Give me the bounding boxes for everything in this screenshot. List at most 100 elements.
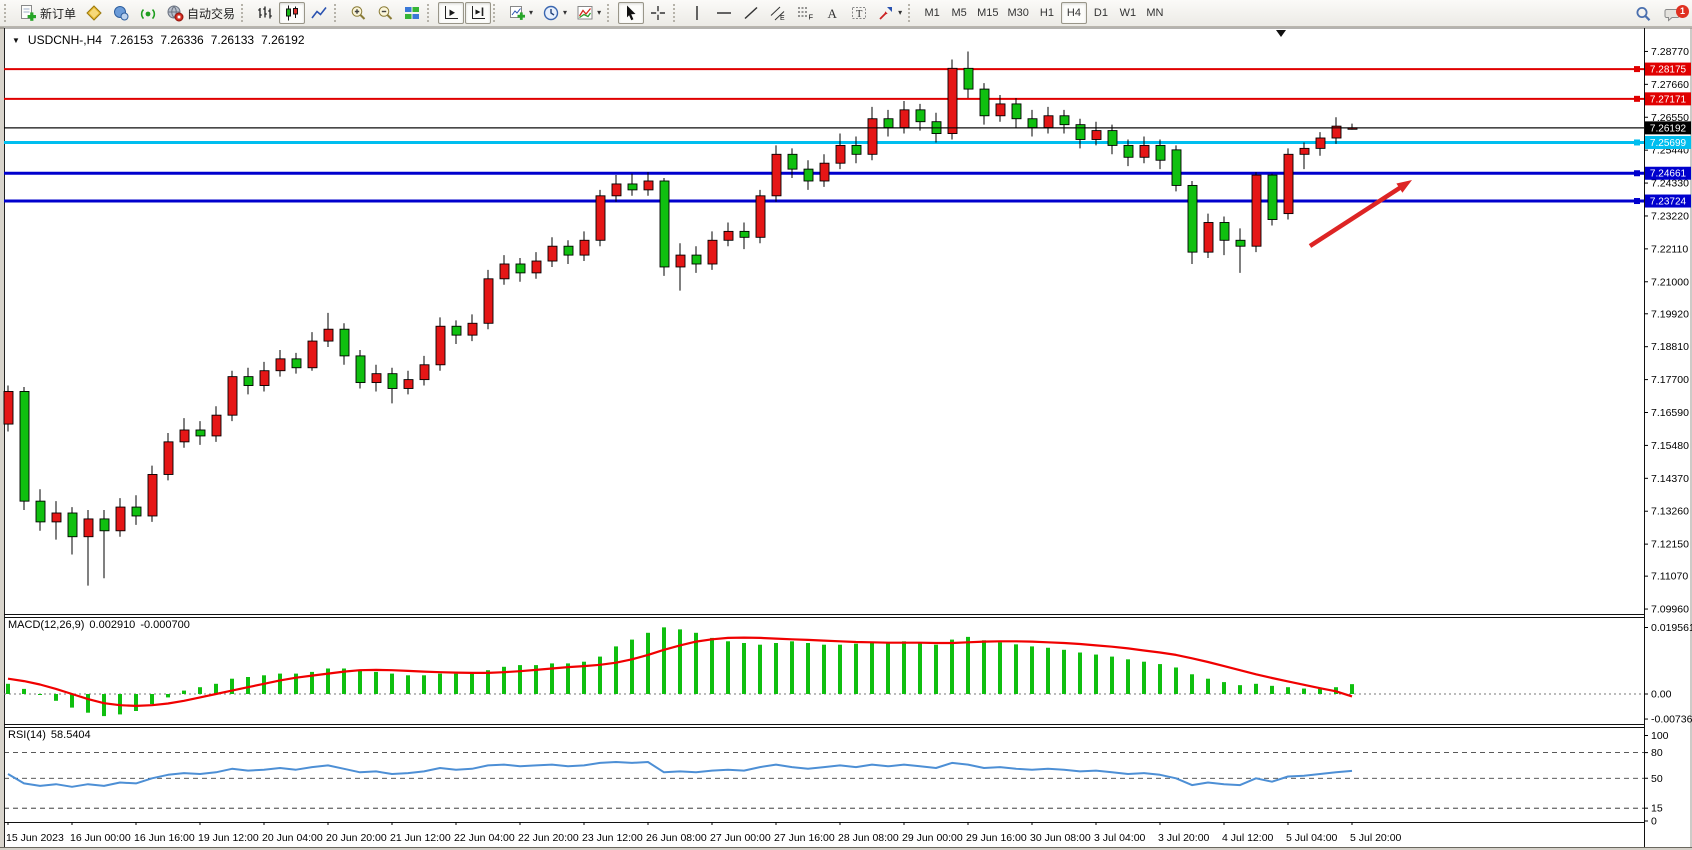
equidistant-channel-button[interactable]: E [765,2,791,24]
candle [180,430,189,442]
price-chart-canvas[interactable]: 7.287707.276607.265507.254407.243307.232… [0,27,1692,850]
price-tag-label: 7.25699 [1650,138,1687,149]
new-order-button[interactable]: 新订单 [15,2,80,24]
navigator-icon [112,4,130,22]
timeframe-button-m30[interactable]: M30 [1004,2,1033,24]
hline-handle[interactable] [1634,139,1640,145]
text-button[interactable]: A [819,2,845,24]
tile-windows-button[interactable] [399,2,425,24]
line-chart-button[interactable] [306,2,332,24]
autotrading-icon [166,4,184,22]
price-axis-tick: 7.15480 [1651,440,1689,452]
hline-handle[interactable] [1634,198,1640,204]
hline-handle[interactable] [1634,66,1640,72]
candle [884,119,893,128]
price-axis-tick: 7.23220 [1651,210,1689,222]
candle [260,371,269,386]
time-axis-label: 29 Jun 00:00 [902,832,963,844]
hline-handle[interactable] [1634,96,1640,102]
candle [228,377,237,416]
search-icon [1634,5,1652,23]
cursor-button[interactable] [618,2,644,24]
candle [612,184,621,196]
zoom-in-button[interactable] [345,2,371,24]
toolbar-grip [241,4,250,22]
toolbar-grip [607,4,616,22]
time-axis-label: 29 Jun 16:00 [966,832,1027,844]
candle [132,507,141,516]
periods-dropdown-icon[interactable]: ▾ [563,9,567,17]
trendline-icon [742,4,760,22]
candle [500,264,509,279]
timeframe-button-h4[interactable]: H4 [1061,2,1087,24]
timeframe-button-m15[interactable]: M15 [973,2,1002,24]
auto-scroll-button[interactable] [438,2,464,24]
toolbar-grip [493,4,502,22]
candle [436,326,445,365]
candle [916,110,925,122]
price-tag-label: 7.24661 [1650,169,1687,180]
notifications-button[interactable]: 1 [1660,3,1686,25]
timeframe-button-w1[interactable]: W1 [1115,2,1141,24]
rsi-name: RSI(14) [8,729,46,741]
price-axis-tick: 7.17700 [1651,374,1689,386]
arrows-button[interactable]: ▾ [873,2,906,24]
svg-text:A: A [828,6,838,21]
candle [1044,116,1053,128]
hline-handle[interactable] [1634,170,1640,176]
autotrading-button[interactable]: 自动交易 [162,2,239,24]
candle [1076,125,1085,140]
market-watch-button[interactable] [81,2,107,24]
macd-axis-tick: -0.007367 [1651,714,1692,726]
toolbar-grip [673,4,682,22]
templates-button[interactable]: ▾ [572,2,605,24]
new-chart-button[interactable]: ▾ [504,2,537,24]
new-order-label: 新订单 [40,5,76,22]
timeframe-button-d1[interactable]: D1 [1088,2,1114,24]
timeframe-button-h1[interactable]: H1 [1034,2,1060,24]
candle [692,255,701,264]
new-chart-dropdown-icon[interactable]: ▾ [529,9,533,17]
candle [1204,222,1213,252]
chart-shift-button[interactable] [465,2,491,24]
signals-button[interactable] [135,2,161,24]
candle [532,261,541,273]
candlestick-chart-button[interactable] [279,2,305,24]
horizontal-line-button[interactable] [711,2,737,24]
crosshair-button[interactable] [645,2,671,24]
time-axis-label: 16 Jun 00:00 [70,832,131,844]
fibonacci-button[interactable]: F [792,2,818,24]
navigator-button[interactable] [108,2,134,24]
time-axis-label: 23 Jun 12:00 [582,832,643,844]
candle [36,501,45,522]
search-button[interactable] [1630,3,1656,25]
time-axis-label: 26 Jun 08:00 [646,832,707,844]
candle [1092,131,1101,140]
rsi-axis-tick: 15 [1651,803,1663,815]
svg-text:E: E [780,15,785,22]
candlestick-chart-icon [283,4,301,22]
time-axis-label: 21 Jun 12:00 [390,832,451,844]
trendline-button[interactable] [738,2,764,24]
candle [788,154,797,169]
chart-shift-icon [469,4,487,22]
timeframe-button-m5[interactable]: M5 [946,2,972,24]
candle [452,326,461,335]
vertical-line-button[interactable] [684,2,710,24]
text-icon: A [823,4,841,22]
timeframe-button-mn[interactable]: MN [1142,2,1168,24]
rsi-indicator-label: RSI(14) 58.5404 [8,729,91,741]
templates-dropdown-icon[interactable]: ▾ [597,9,601,17]
chart-caret-icon[interactable]: ▼ [12,36,20,45]
time-axis-label: 22 Jun 04:00 [454,832,515,844]
candle [1060,116,1069,125]
timeframe-button-m1[interactable]: M1 [919,2,945,24]
toolbar-grip [427,4,436,22]
new-order-icon [19,4,37,22]
bar-chart-button[interactable] [252,2,278,24]
text-label-button[interactable]: T [846,2,872,24]
zoom-out-button[interactable] [372,2,398,24]
arrows-dropdown-icon[interactable]: ▾ [898,9,902,17]
price-axis-tick: 7.14370 [1651,473,1689,485]
periods-button[interactable]: ▾ [538,2,571,24]
